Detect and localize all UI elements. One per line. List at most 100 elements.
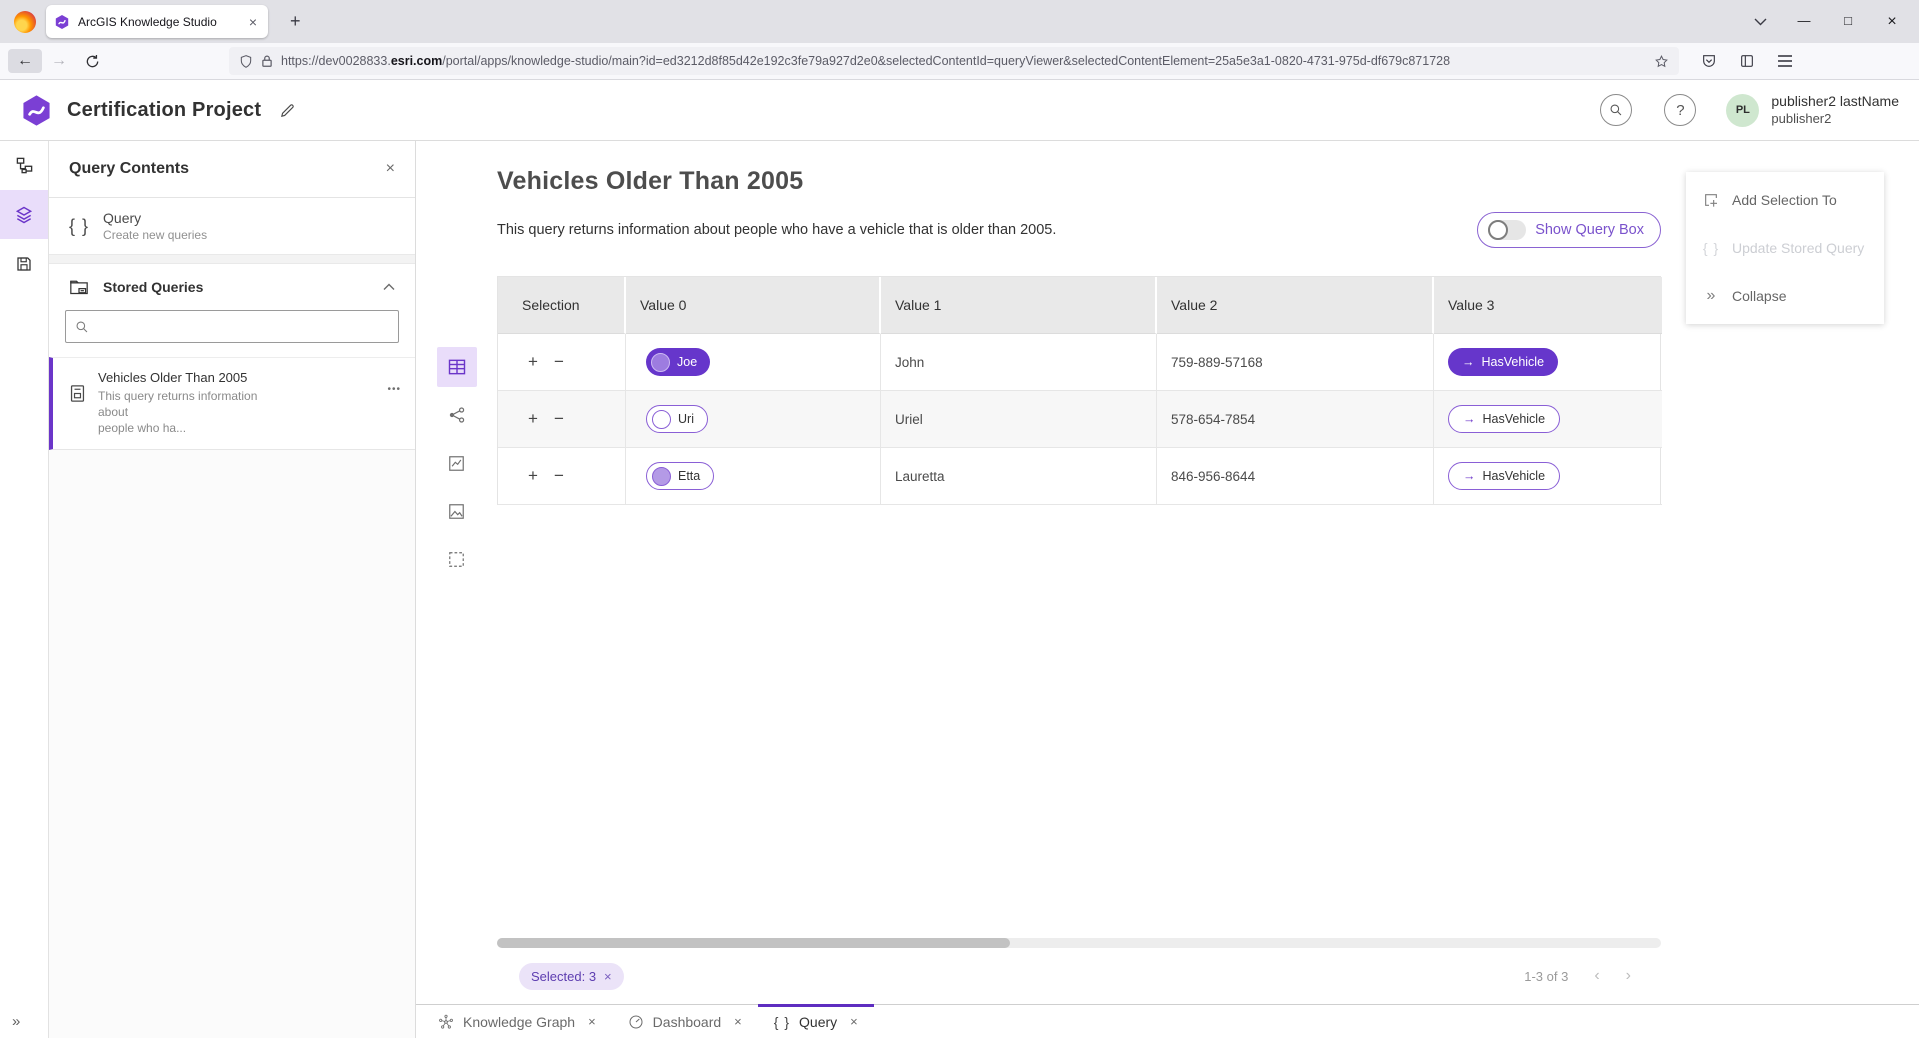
scrollbar-thumb[interactable] [497,938,1010,948]
entity-pill[interactable]: Etta [646,462,714,490]
query-item[interactable]: { } Query Create new queries [49,198,415,255]
horizontal-scrollbar[interactable] [497,938,1661,948]
url-bar[interactable]: https://dev0028833.esri.com/portal/apps/… [229,47,1679,75]
help-button[interactable]: ? [1664,94,1696,126]
query-contents-panel: Query Contents × { } Query Create new qu… [49,141,416,1038]
shield-icon[interactable] [239,54,253,69]
search-input[interactable] [97,319,389,334]
map-view-button[interactable] [437,491,477,531]
menu-item[interactable]: Add Selection To [1686,176,1884,224]
view-tab-knowledge-graph[interactable]: Knowledge Graph × [422,1005,612,1038]
table-row[interactable]: + − Uri Uriel 578-654-7854 → HasVehicle [498,391,1660,448]
column-header[interactable]: Value 3 [1434,277,1662,334]
rail-item-contents[interactable] [0,190,48,239]
firefox-icon[interactable] [14,11,36,33]
column-header[interactable]: Selection [498,277,626,334]
chart-icon [447,454,466,473]
value1-cell[interactable]: Uriel [881,391,1157,448]
entity-cell: Uri [626,391,881,448]
show-query-box-toggle[interactable]: Show Query Box [1477,212,1661,248]
left-rail: » [0,141,49,1038]
user-info[interactable]: publisher2 lastName publisher2 [1771,93,1899,127]
relationship-pill[interactable]: → HasVehicle [1448,348,1558,376]
tab-close-icon[interactable]: × [850,1014,858,1029]
menu-item[interactable]: » Collapse [1686,272,1884,320]
browser-tab[interactable]: ArcGIS Knowledge Studio × [46,5,268,38]
stored-query-description: This query returns information aboutpeop… [98,388,268,437]
clear-selection-icon[interactable]: × [604,969,612,984]
rail-item-data-model[interactable] [0,141,48,190]
search-button[interactable] [1600,94,1632,126]
value2-cell[interactable]: 759-889-57168 [1157,334,1434,391]
table-view-button[interactable] [437,347,477,387]
window-close-button[interactable]: × [1885,13,1899,31]
stored-queries-header[interactable]: Stored Queries [49,264,415,306]
view-tab-dashboard[interactable]: Dashboard × [612,1005,758,1038]
remove-from-selection-button[interactable]: − [554,409,564,429]
forward-button[interactable]: → [42,49,76,73]
entity-pill[interactable]: Uri [646,405,708,433]
view-tab-query[interactable]: { } Query × [758,1005,874,1038]
selection-context-menu: Add Selection To { } Update Stored Query… [1686,172,1884,324]
rail-item-save[interactable] [0,239,48,288]
remove-from-selection-button[interactable]: − [554,352,564,372]
extensions-icon[interactable] [1739,53,1755,69]
value2-cell[interactable]: 578-654-7854 [1157,391,1434,448]
double-chevron-right-icon: » [1702,287,1720,305]
bookmark-star-icon[interactable] [1654,54,1669,69]
stored-query-doc-icon [69,384,86,403]
value1-cell[interactable]: John [881,334,1157,391]
window-maximize-button[interactable]: □ [1841,13,1855,31]
relationship-pill[interactable]: → HasVehicle [1448,462,1560,490]
table-icon [447,357,467,377]
panel-close-icon[interactable]: × [386,160,395,178]
arrow-right-icon: → [1462,355,1475,369]
next-page-icon[interactable]: › [1626,967,1631,985]
menu-item: { } Update Stored Query [1686,224,1884,272]
reload-icon[interactable] [76,51,109,72]
relationship-pill[interactable]: → HasVehicle [1448,405,1560,433]
relation-cell: → HasVehicle [1434,391,1662,448]
stored-query-item[interactable]: Vehicles Older Than 2005 This query retu… [49,357,415,450]
save-to-pocket-icon[interactable] [1701,53,1717,69]
selection-view-button[interactable] [437,539,477,579]
stored-queries-search[interactable] [65,310,399,343]
selected-count-chip[interactable]: Selected: 3 × [519,963,624,990]
add-to-selection-button[interactable]: + [528,466,538,486]
menu-hamburger-icon[interactable] [1777,54,1793,68]
column-header[interactable]: Value 1 [881,277,1157,334]
relation-cell: → HasVehicle [1434,334,1662,391]
value2-cell[interactable]: 846-956-8644 [1157,448,1434,505]
browser-tab-strip: ArcGIS Knowledge Studio × + — □ × [0,0,1919,43]
entity-avatar-icon [652,410,671,429]
collapse-section-icon[interactable] [383,283,395,291]
edit-title-icon[interactable] [279,102,296,119]
list-tabs-icon[interactable] [1754,18,1767,26]
tab-close-icon[interactable]: × [734,1014,742,1029]
chart-view-button[interactable] [437,443,477,483]
add-to-selection-button[interactable]: + [528,352,538,372]
avatar[interactable]: PL [1726,94,1759,127]
toggle-switch[interactable] [1488,220,1526,240]
user-name: publisher2 lastName [1771,93,1899,111]
tab-close-icon[interactable]: × [588,1014,596,1029]
remove-from-selection-button[interactable]: − [554,466,564,486]
more-options-icon[interactable]: ••• [387,384,401,395]
link-chart-view-button[interactable] [437,395,477,435]
value1-cell[interactable]: Lauretta [881,448,1157,505]
lock-icon[interactable] [261,54,273,68]
tab-close-icon[interactable]: × [246,14,260,30]
prev-page-icon[interactable]: ‹ [1594,967,1599,985]
column-header[interactable]: Value 0 [626,277,881,334]
table-row[interactable]: + − Etta Lauretta 846-956-8644 → HasVehi… [498,448,1660,505]
add-to-selection-button[interactable]: + [528,409,538,429]
table-row[interactable]: + − Joe John 759-889-57168 → HasVehicle [498,334,1660,391]
new-tab-button[interactable]: + [282,9,309,34]
window-minimize-button[interactable]: — [1797,13,1811,31]
entity-pill[interactable]: Joe [646,348,710,376]
entity-avatar-icon [652,467,671,486]
column-header[interactable]: Value 2 [1157,277,1434,334]
share-icon [447,405,467,425]
rail-expand-button[interactable]: » [12,1013,20,1030]
back-button[interactable]: ← [8,49,42,73]
